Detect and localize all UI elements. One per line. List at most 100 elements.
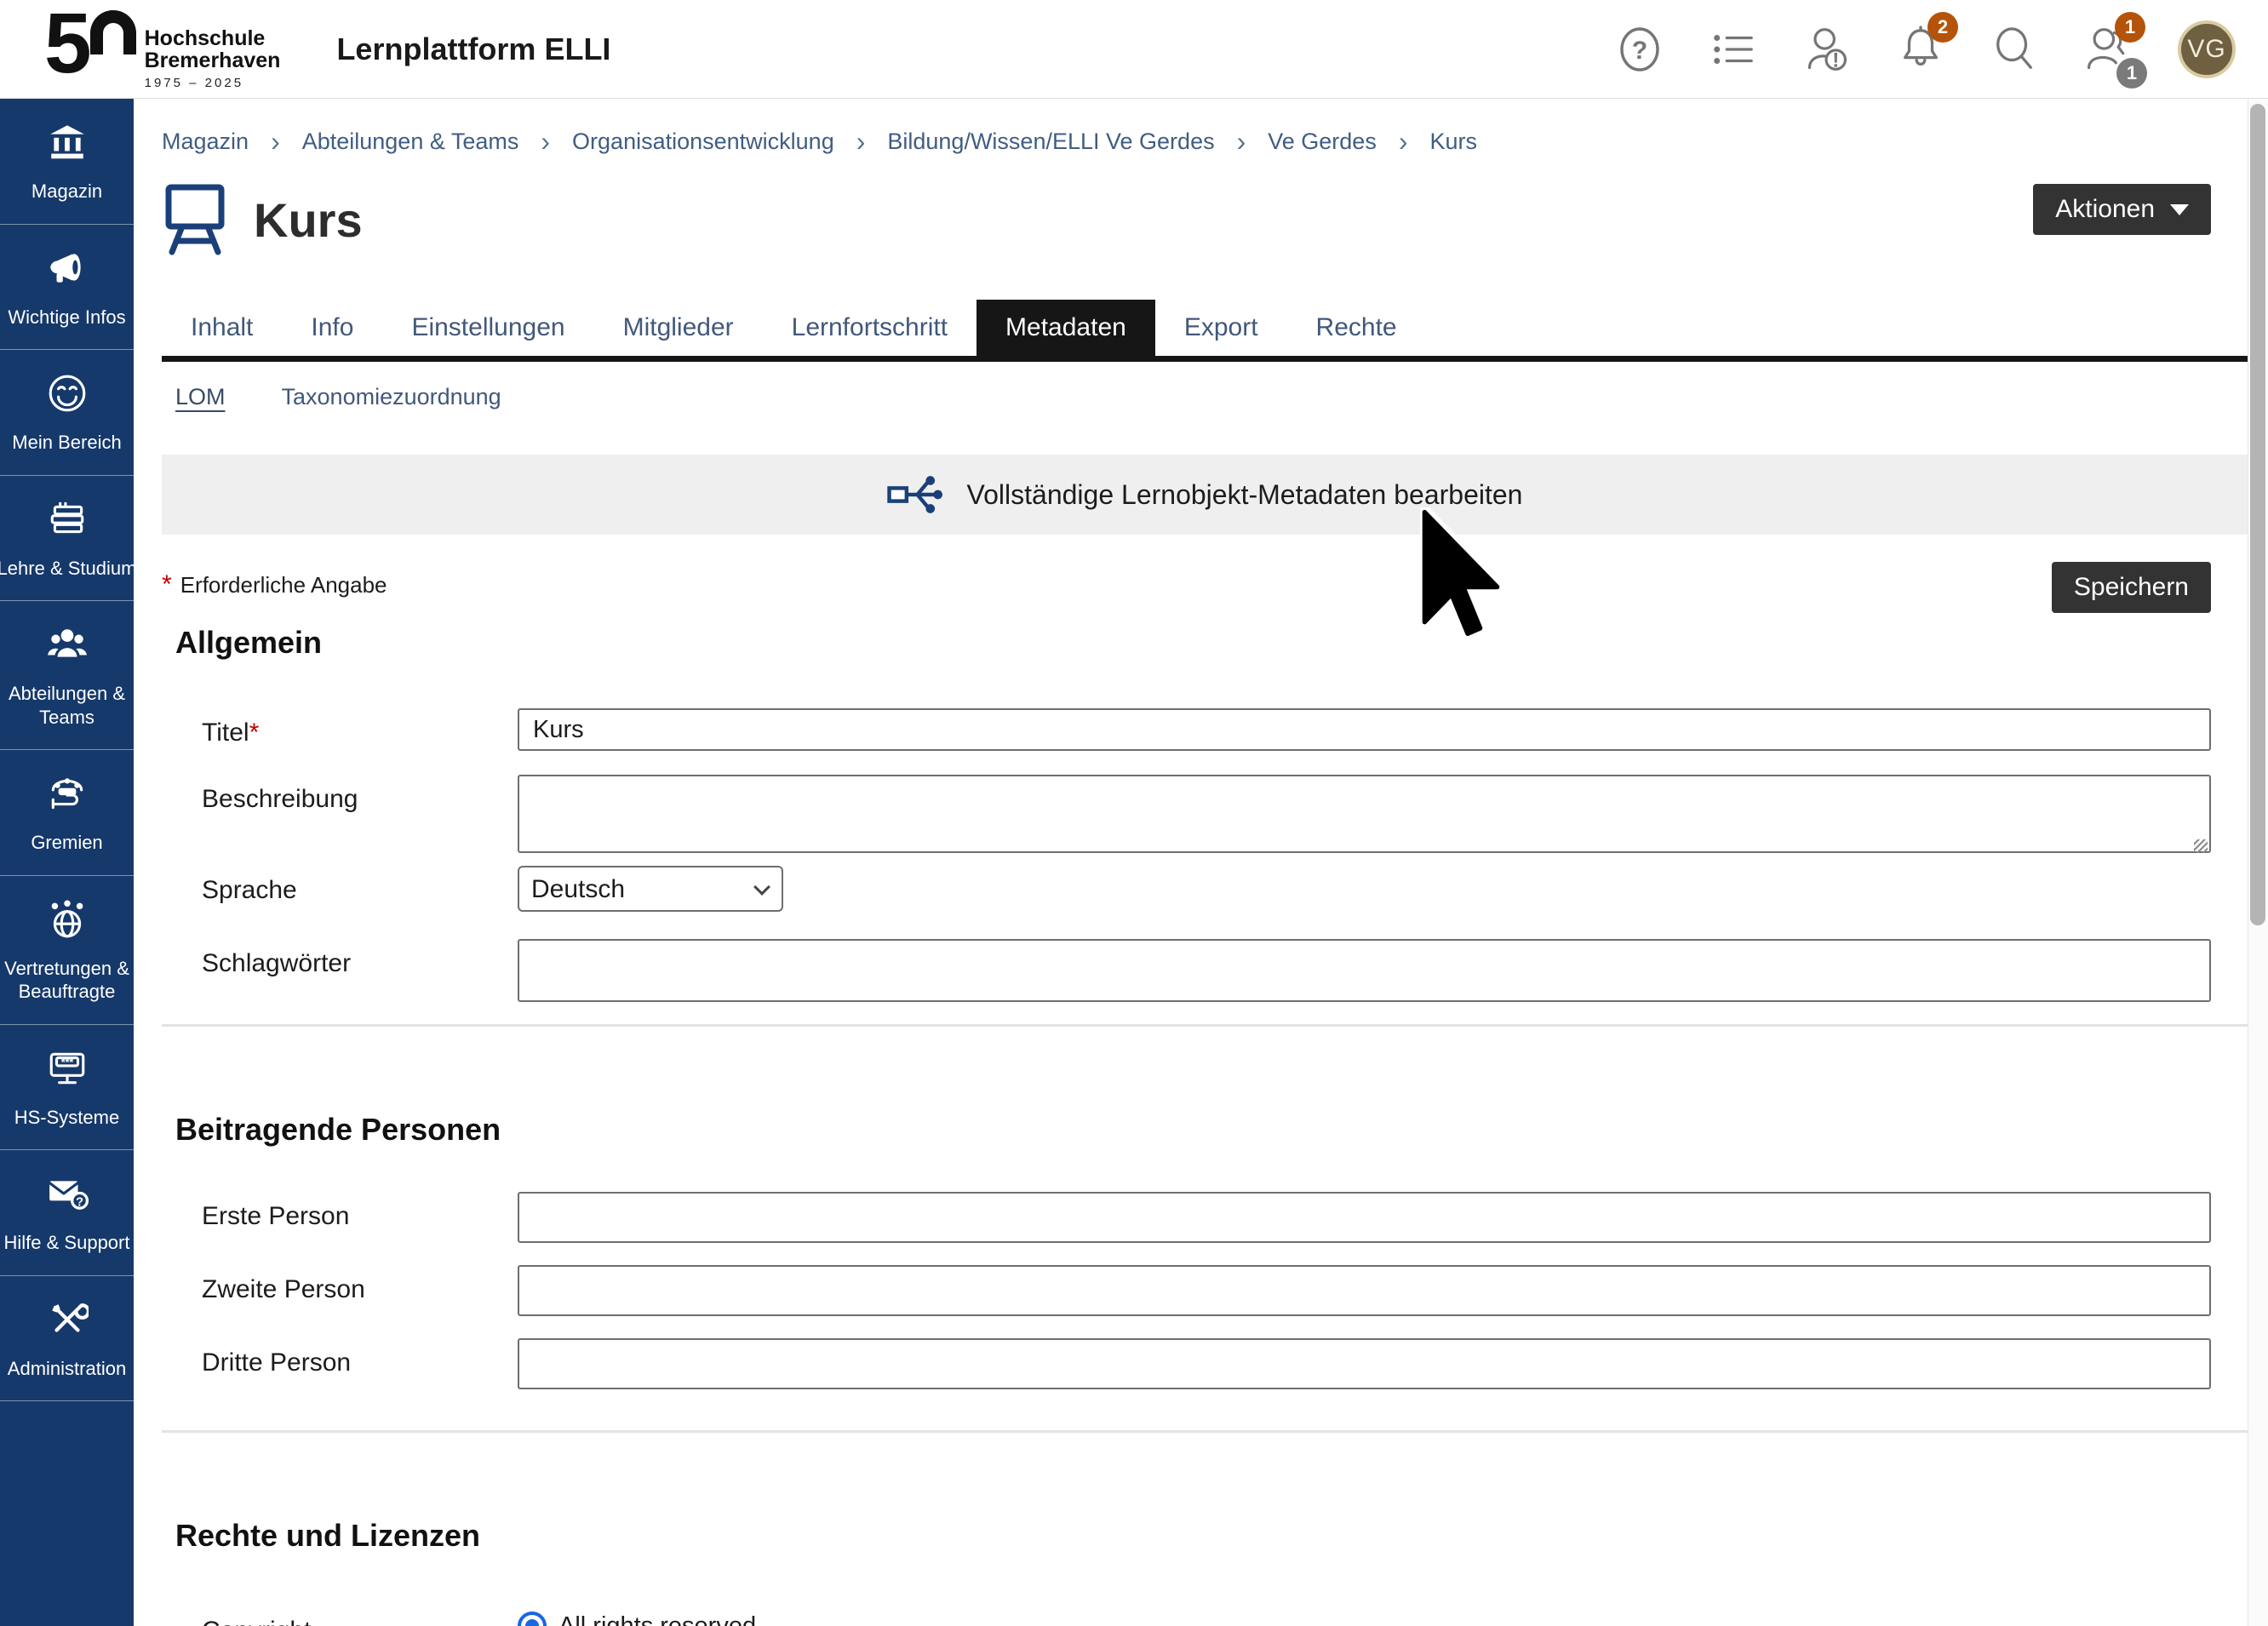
schlagwoerter-input[interactable] <box>518 939 2211 1002</box>
chevron-right-icon: › <box>856 128 866 155</box>
search-button[interactable] <box>1990 22 2038 77</box>
subtab-bar: LOM Taxonomiezuordnung <box>162 384 2248 410</box>
top-bar: 5 Hochschule Bremerhaven 1975 – 2025 Ler… <box>0 0 2268 99</box>
chevron-right-icon: › <box>541 128 550 155</box>
sidebar-item-label: Administration <box>8 1357 126 1381</box>
section-divider <box>162 1430 2248 1433</box>
svg-text:***: *** <box>60 1056 73 1068</box>
breadcrumb-magazin[interactable]: Magazin <box>162 129 249 155</box>
user-alert-icon: ! <box>1803 24 1851 75</box>
caret-down-icon <box>2170 204 2189 215</box>
edit-full-metadata-label: Vollständige Lernobjekt-Metadaten bearbe… <box>967 479 1523 511</box>
sidebar-item-label: Vertretungen & Beauftragte <box>4 957 129 1004</box>
notifications-button[interactable]: 2 <box>1897 22 1944 77</box>
form-row-schlagwoerter: Schlagwörter <box>162 939 2248 1002</box>
sidebar-item-label: Magazin <box>32 180 102 203</box>
actions-button-label: Aktionen <box>2055 195 2155 224</box>
breadcrumb-organisationsentwicklung[interactable]: Organisationsentwicklung <box>572 129 834 155</box>
form-row-copyright: Copyright All rights reserved <box>162 1606 2248 1626</box>
tab-mitglieder[interactable]: Mitglieder <box>594 300 763 356</box>
beschreibung-label: Beschreibung <box>162 775 518 814</box>
logo-name-line2: Bremerhaven <box>145 49 281 72</box>
sprache-select[interactable]: Deutsch <box>518 866 783 912</box>
form-row-erste-person: Erste Person <box>162 1192 2248 1243</box>
contacts-badge-top: 1 <box>2115 12 2145 43</box>
megaphone-icon <box>46 247 89 294</box>
sidebar-item-mein-bereich[interactable]: Mein Bereich <box>0 350 134 476</box>
sidebar-item-magazin[interactable]: Magazin <box>0 99 134 225</box>
section-heading-beitragende: Beitragende Personen <box>175 1112 2248 1148</box>
breadcrumb-bildung-wissen[interactable]: Bildung/Wissen/ELLI Ve Gerdes <box>887 129 1214 155</box>
chevron-right-icon: › <box>271 128 280 155</box>
contacts-button[interactable]: 1 1 <box>2084 22 2132 77</box>
dritte-person-input[interactable] <box>518 1338 2211 1389</box>
top-icon-group: ? ! 2 <box>1616 20 2236 78</box>
main-content: Magazin › Abteilungen & Teams › Organisa… <box>134 99 2268 1626</box>
actions-button[interactable]: Aktionen <box>2033 184 2211 235</box>
scrollbar[interactable] <box>2248 99 2268 1626</box>
sidebar-item-hilfe-support[interactable]: ? Hilfe & Support <box>0 1150 134 1276</box>
sidebar-item-gremien[interactable]: Gremien <box>0 750 134 876</box>
schlagwoerter-label: Schlagwörter <box>162 939 518 978</box>
erste-person-input[interactable] <box>518 1192 2211 1243</box>
copyright-label: Copyright <box>162 1606 518 1626</box>
sidebar-item-abteilungen-teams[interactable]: Abteilungen & Teams <box>0 601 134 750</box>
scrollbar-thumb[interactable] <box>2250 104 2265 925</box>
form-row-zweite-person: Zweite Person <box>162 1265 2248 1316</box>
logo-name-line1: Hochschule <box>145 27 281 49</box>
todo-list-button[interactable] <box>1710 22 1757 77</box>
edit-full-metadata-banner[interactable]: Vollständige Lernobjekt-Metadaten bearbe… <box>162 455 2248 535</box>
mail-help-icon: ? <box>46 1172 89 1219</box>
tab-export[interactable]: Export <box>1155 300 1287 356</box>
tab-lernfortschritt[interactable]: Lernfortschritt <box>763 300 976 356</box>
notifications-badge: 2 <box>1927 12 1958 43</box>
people-group-icon <box>46 623 89 670</box>
tab-einstellungen[interactable]: Einstellungen <box>382 300 593 356</box>
svg-text:?: ? <box>1632 37 1647 65</box>
subtab-taxonomiezuordnung[interactable]: Taxonomiezuordnung <box>282 384 501 410</box>
titel-input[interactable] <box>518 708 2211 751</box>
list-icon <box>1710 26 1756 72</box>
contacts-badge-bottom: 1 <box>2116 58 2147 89</box>
breadcrumb-kurs[interactable]: Kurs <box>1429 129 1477 155</box>
page-header: Kurs Aktionen <box>162 180 2248 259</box>
copyright-option-label: All rights reserved <box>558 1612 756 1626</box>
committee-icon <box>46 772 89 819</box>
tab-info[interactable]: Info <box>282 300 382 356</box>
resize-grip-icon[interactable] <box>2194 839 2208 853</box>
anniversary-50-logo: 5 <box>44 9 136 78</box>
sidebar-item-vertretungen[interactable]: Vertretungen & Beauftragte <box>0 876 134 1025</box>
sidebar-item-lehre-studium[interactable]: Lehre & Studium <box>0 476 134 602</box>
zweite-person-input[interactable] <box>518 1265 2211 1316</box>
logo-text: Hochschule Bremerhaven 1975 – 2025 <box>145 27 281 90</box>
beschreibung-textarea[interactable] <box>518 775 2211 853</box>
required-note: *Erforderliche Angabe <box>162 562 387 599</box>
tab-inhalt[interactable]: Inhalt <box>162 300 282 356</box>
breadcrumb-ve-gerdes[interactable]: Ve Gerdes <box>1268 129 1377 155</box>
books-icon <box>46 498 89 545</box>
sidebar-item-label: HS-Systeme <box>14 1106 119 1130</box>
subtab-lom[interactable]: LOM <box>175 384 226 410</box>
sidebar-item-wichtige-infos[interactable]: Wichtige Infos <box>0 225 134 351</box>
tab-rechte[interactable]: Rechte <box>1287 300 1426 356</box>
user-avatar[interactable]: VG <box>2178 20 2236 78</box>
sidebar-item-label: Lehre & Studium <box>0 557 136 581</box>
section-heading-rechte: Rechte und Lizenzen <box>175 1518 2248 1554</box>
help-icon: ? <box>1618 24 1662 75</box>
page-title: Kurs <box>254 192 363 248</box>
sidebar-item-label: Hilfe & Support <box>4 1231 130 1255</box>
breadcrumb-abteilungen-teams[interactable]: Abteilungen & Teams <box>302 129 519 155</box>
sidebar-item-hs-systeme[interactable]: *** HS-Systeme <box>0 1025 134 1151</box>
sidebar-item-label: Wichtige Infos <box>8 306 125 329</box>
sidebar-item-administration[interactable]: Administration <box>0 1276 134 1402</box>
globe-people-icon <box>46 898 89 945</box>
awareness-button[interactable]: ! <box>1803 22 1851 77</box>
copyright-radio-selected[interactable] <box>518 1612 547 1626</box>
tab-metadaten[interactable]: Metadaten <box>976 300 1155 356</box>
logo-zero-arch <box>90 10 136 54</box>
sprache-label: Sprache <box>162 866 518 905</box>
help-button[interactable]: ? <box>1616 22 1664 77</box>
form-toolbar: *Erforderliche Angabe Speichern <box>162 562 2248 613</box>
breadcrumb: Magazin › Abteilungen & Teams › Organisa… <box>162 99 2248 155</box>
save-button[interactable]: Speichern <box>2052 562 2211 613</box>
